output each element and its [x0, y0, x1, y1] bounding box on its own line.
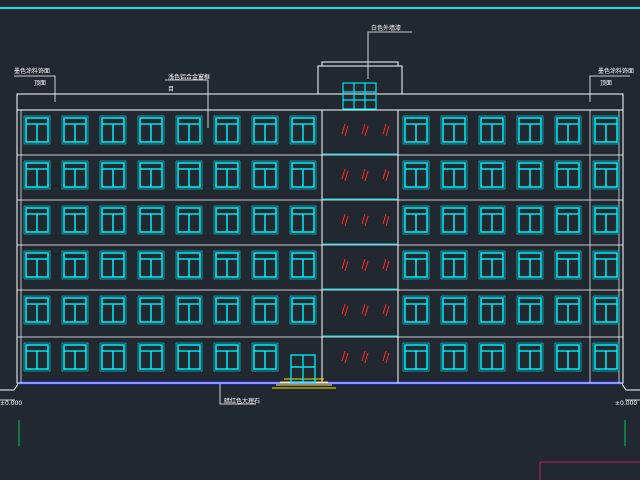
- right-parapet-label-2: 顶面: [600, 80, 613, 87]
- window-note-2: 目: [168, 86, 175, 93]
- left-level-label: ±0.000: [0, 400, 23, 407]
- roof-label: 白色外墙漆: [371, 25, 402, 32]
- right-level-label: ±0.000: [615, 400, 638, 407]
- base-note: 暗红色大理石: [224, 398, 261, 405]
- elevation-drawing: [0, 0, 640, 480]
- left-parapet-label: 墨色涂料饰面: [14, 68, 51, 75]
- window-note: 浅色铝合金窗框: [168, 74, 211, 81]
- drawing-background: [0, 0, 640, 480]
- right-parapet-label: 墨色涂料饰面: [598, 68, 635, 75]
- left-parapet-label-2: 顶面: [34, 80, 47, 87]
